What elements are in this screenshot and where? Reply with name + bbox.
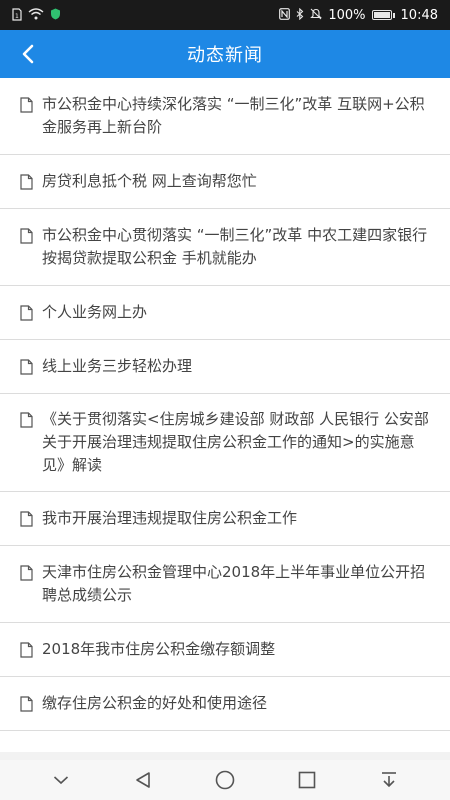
news-item-title: 房贷利息抵个税 网上查询帮您忙: [42, 172, 257, 190]
document-icon: [20, 355, 42, 378]
nav-back-button[interactable]: [121, 760, 165, 800]
news-item[interactable]: 个人业务网上办: [0, 286, 450, 340]
shield-icon: [50, 8, 61, 22]
list-footer-gap: [0, 752, 450, 760]
hide-nav-button[interactable]: [39, 760, 83, 800]
app-header: 动态新闻: [0, 30, 450, 78]
sim-icon: 1: [12, 7, 22, 23]
nav-home-button[interactable]: [203, 760, 247, 800]
bluetooth-icon: [296, 7, 304, 22]
news-item-title: 2018年我市住房公积金缴存额调整: [42, 640, 276, 658]
news-item-title: 市公积金中心持续深化落实 “一制三化”改革 互联网+公积金服务再上新台阶: [42, 95, 425, 136]
document-icon: [20, 408, 42, 431]
document-icon: [20, 507, 42, 530]
nav-recents-button[interactable]: [285, 760, 329, 800]
chevron-down-icon: [53, 776, 69, 785]
page-title: 动态新闻: [187, 45, 263, 66]
news-item-title: 缴存住房公积金的好处和使用途径: [42, 694, 268, 712]
status-bar: 1 100% 10:48: [0, 0, 450, 30]
news-item[interactable]: 房贷利息抵个税 网上查询帮您忙: [0, 155, 450, 209]
system-nav-bar: [0, 760, 450, 800]
battery-percent: 100%: [328, 7, 366, 23]
document-icon: [20, 638, 42, 661]
nfc-icon: [279, 8, 291, 22]
home-circle-icon: [215, 770, 235, 790]
notification-pulldown-icon: [382, 772, 396, 788]
news-item[interactable]: 我市开展治理违规提取住房公积金工作: [0, 492, 450, 546]
news-item[interactable]: 《关于贯彻落实<住房城乡建设部 财政部 人民银行 公安部关于开展治理违规提取住房…: [0, 394, 450, 492]
news-item-title: 线上业务三步轻松办理: [42, 357, 193, 375]
status-bar-right: 100% 10:48: [279, 8, 438, 23]
clock: 10:48: [400, 7, 438, 23]
document-icon: [20, 692, 42, 715]
status-bar-left: 1: [12, 7, 61, 23]
news-item[interactable]: 缴存住房公积金的好处和使用途径: [0, 677, 450, 731]
svg-text:1: 1: [15, 13, 19, 20]
back-triangle-icon: [136, 772, 150, 788]
news-item-title: 天津市住房公积金管理中心2018年上半年事业单位公开招聘总成绩公示: [42, 563, 426, 604]
news-item-title: 市公积金中心贯彻落实 “一制三化”改革 中农工建四家银行按揭贷款提取公积金 手机…: [42, 226, 428, 267]
nav-notification-button[interactable]: [367, 760, 411, 800]
document-icon: [20, 301, 42, 324]
document-icon: [20, 224, 42, 247]
news-item[interactable]: 2018年我市住房公积金缴存额调整: [0, 623, 450, 677]
news-list: 市公积金中心持续深化落实 “一制三化”改革 互联网+公积金服务再上新台阶 房贷利…: [0, 78, 450, 731]
news-item[interactable]: 线上业务三步轻松办理: [0, 340, 450, 394]
wifi-icon: [28, 8, 44, 22]
news-item-title: 个人业务网上办: [42, 303, 148, 321]
chevron-left-icon: [22, 44, 34, 64]
document-icon: [20, 170, 42, 193]
news-item-title: 《关于贯彻落实<住房城乡建设部 财政部 人民银行 公安部关于开展治理违规提取住房…: [42, 410, 429, 474]
news-item[interactable]: 天津市住房公积金管理中心2018年上半年事业单位公开招聘总成绩公示: [0, 546, 450, 623]
news-item[interactable]: 市公积金中心贯彻落实 “一制三化”改革 中农工建四家银行按揭贷款提取公积金 手机…: [0, 209, 450, 286]
back-button[interactable]: [0, 30, 56, 78]
mute-icon: [310, 8, 323, 22]
news-item-title: 我市开展治理违规提取住房公积金工作: [42, 509, 298, 527]
battery-icon: [371, 10, 392, 20]
document-icon: [20, 561, 42, 584]
battery-tip: [392, 12, 395, 18]
document-icon: [20, 93, 42, 116]
news-item[interactable]: 市公积金中心持续深化落实 “一制三化”改革 互联网+公积金服务再上新台阶: [0, 78, 450, 155]
recents-square-icon: [298, 771, 316, 789]
